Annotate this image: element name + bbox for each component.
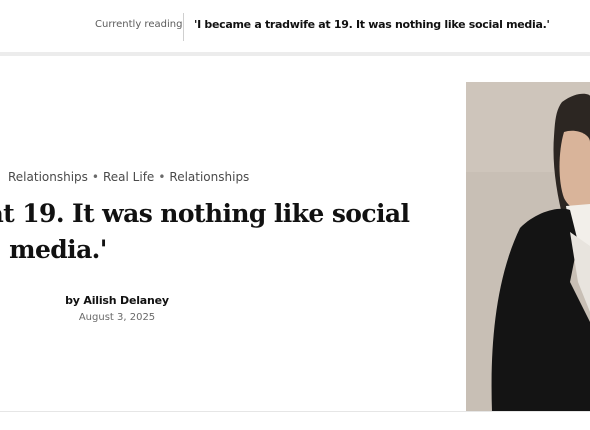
currently-reading-title: 'I became a tradwife at 19. It was nothi… xyxy=(194,18,550,31)
hero-photo xyxy=(466,82,590,412)
author-link[interactable]: Ailish Delaney xyxy=(83,294,169,307)
headline-container: 'I became a tradwife at 19. It was nothi… xyxy=(0,196,440,276)
article-headline: 'I became a tradwife at 19. It was nothi… xyxy=(0,199,410,264)
publish-date: August 3, 2025 xyxy=(78,312,156,323)
article-categories: Relationships • Real Life • Relationships xyxy=(8,170,249,184)
section-divider xyxy=(0,411,590,412)
category-link-relationships[interactable]: Relationships xyxy=(8,170,88,184)
topbar-divider xyxy=(183,13,184,41)
category-link-real-life[interactable]: Real Life xyxy=(103,170,154,184)
byline-prefix: by xyxy=(65,294,80,307)
category-link-relationships-2[interactable]: Relationships xyxy=(169,170,249,184)
reading-progress-bar: Currently reading 'I became a tradwife a… xyxy=(0,0,590,56)
article-byline: by Ailish Delaney xyxy=(0,294,234,307)
currently-reading-label: Currently reading xyxy=(95,19,183,30)
category-separator: • xyxy=(158,170,166,184)
person-silhouette-placeholder xyxy=(466,82,590,412)
category-separator: • xyxy=(91,170,99,184)
